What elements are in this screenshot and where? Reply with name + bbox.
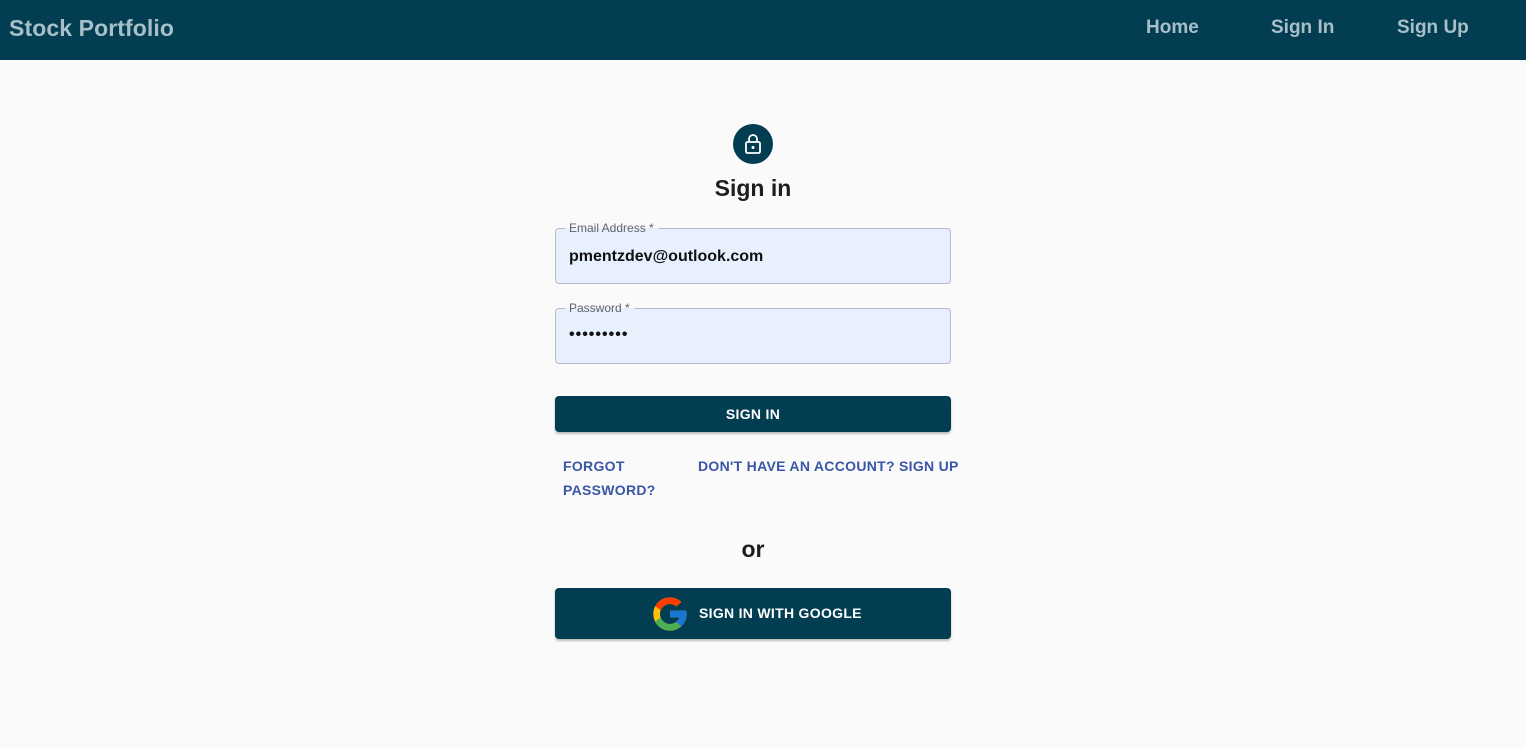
email-input[interactable]: pmentzdev@outlook.com: [569, 248, 763, 266]
password-field-label: Password *: [565, 300, 634, 316]
sign-up-link[interactable]: DON'T HAVE AN ACCOUNT? SIGN UP: [698, 454, 959, 478]
page-title: Sign in: [714, 175, 792, 201]
google-icon: [653, 597, 687, 631]
forgot-password-link[interactable]: FORGOT PASSWORD?: [563, 454, 673, 502]
password-field[interactable]: Password * •••••••••: [555, 300, 951, 364]
brand-title[interactable]: Stock Portfolio: [9, 15, 174, 42]
app-bar: Stock Portfolio Home Sign In Sign Up: [0, 0, 1526, 60]
nav-sign-in-link[interactable]: Sign In: [1271, 17, 1334, 39]
password-input[interactable]: •••••••••: [569, 326, 628, 344]
sign-in-button[interactable]: SIGN IN: [555, 396, 951, 432]
or-divider: or: [741, 536, 765, 562]
google-sign-in-label: SIGN IN WITH GOOGLE: [699, 605, 862, 621]
lock-icon: [745, 134, 761, 154]
google-sign-in-button[interactable]: SIGN IN WITH GOOGLE: [555, 588, 951, 639]
email-field-label: Email Address *: [565, 220, 658, 236]
lock-avatar: [733, 124, 773, 164]
nav-sign-up-link[interactable]: Sign Up: [1397, 17, 1469, 39]
email-field[interactable]: Email Address * pmentzdev@outlook.com: [555, 220, 951, 284]
nav-home-link[interactable]: Home: [1146, 17, 1199, 39]
